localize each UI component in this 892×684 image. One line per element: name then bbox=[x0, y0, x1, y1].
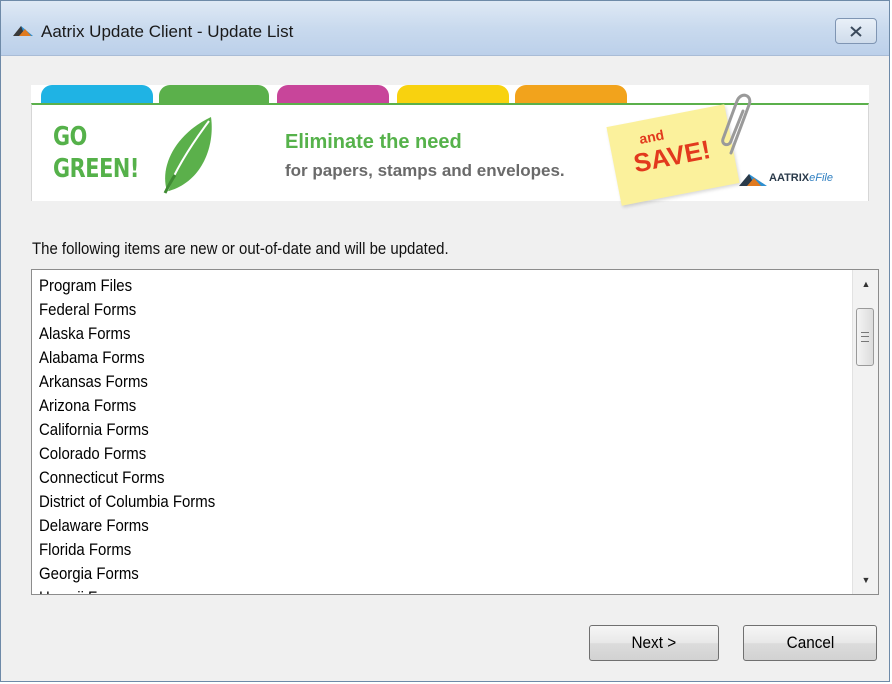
list-item[interactable]: Delaware Forms bbox=[39, 516, 753, 540]
list-item[interactable]: District of Columbia Forms bbox=[39, 492, 753, 516]
vertical-scrollbar[interactable]: ▲ ▼ bbox=[852, 270, 878, 594]
scroll-up-button[interactable]: ▲ bbox=[853, 272, 878, 296]
list-item[interactable]: Connecticut Forms bbox=[39, 468, 753, 492]
scroll-thumb[interactable] bbox=[856, 308, 874, 366]
banner-subline: for papers, stamps and envelopes. bbox=[285, 161, 565, 180]
list-item[interactable]: Florida Forms bbox=[39, 540, 753, 564]
cancel-button[interactable]: Cancel bbox=[743, 625, 877, 661]
aatrix-logo-icon bbox=[13, 26, 33, 36]
next-button[interactable]: Next > bbox=[589, 625, 719, 661]
paperclip-icon bbox=[721, 93, 752, 155]
logo-brand: AATRIX bbox=[769, 172, 810, 184]
go-green-heading: GO GREEN! bbox=[53, 121, 139, 185]
list-item[interactable]: Alabama Forms bbox=[39, 348, 753, 372]
update-list-window: Aatrix Update Client - Update List GO GR… bbox=[0, 0, 890, 682]
instructions-label: The following items are new or out-of-da… bbox=[32, 239, 449, 258]
list-item[interactable]: California Forms bbox=[39, 420, 753, 444]
scroll-up-icon: ▲ bbox=[861, 279, 871, 289]
list-item[interactable]: Hawaii Forms bbox=[39, 588, 753, 594]
grip-icon bbox=[861, 332, 869, 342]
next-button-label: Next > bbox=[631, 633, 677, 652]
title-bar[interactable]: Aatrix Update Client - Update List bbox=[1, 1, 889, 56]
list-item[interactable]: Federal Forms bbox=[39, 300, 753, 324]
list-item[interactable]: Georgia Forms bbox=[39, 564, 753, 588]
list-item[interactable]: Arkansas Forms bbox=[39, 372, 753, 396]
list-item[interactable]: Program Files bbox=[39, 276, 753, 300]
green-text: GREEN! bbox=[53, 154, 139, 184]
aatrix-mark-icon bbox=[739, 174, 767, 186]
list-item[interactable]: Alaska Forms bbox=[39, 324, 753, 348]
logo-sub: eFile bbox=[809, 172, 833, 184]
scroll-down-icon: ▼ bbox=[861, 575, 871, 585]
leaf-icon bbox=[163, 117, 212, 194]
list-item[interactable]: Arizona Forms bbox=[39, 396, 753, 420]
window-title: Aatrix Update Client - Update List bbox=[41, 22, 294, 41]
aatrix-efile-logo: AATRIXeFile bbox=[739, 169, 863, 189]
go-green-banner: GO GREEN! Eliminate the need for papers,… bbox=[31, 85, 869, 206]
cancel-button-label: Cancel bbox=[786, 633, 834, 652]
go-text: GO bbox=[53, 122, 87, 152]
close-icon bbox=[850, 25, 862, 37]
update-items-listbox[interactable]: Program Files Federal Forms Alaska Forms Al… bbox=[31, 269, 879, 595]
scroll-down-button[interactable]: ▼ bbox=[853, 568, 878, 592]
update-items-list: Program Files Federal Forms Alaska Forms Al… bbox=[39, 276, 850, 594]
close-button[interactable] bbox=[835, 18, 877, 44]
banner-headline: Eliminate the need bbox=[285, 131, 462, 153]
list-item[interactable]: Colorado Forms bbox=[39, 444, 753, 468]
